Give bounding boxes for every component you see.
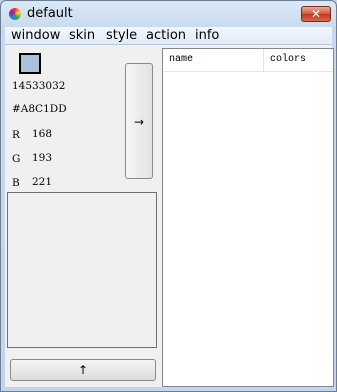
menu-bar: window skin style action info xyxy=(5,27,332,45)
b-label: B xyxy=(12,177,20,189)
close-button[interactable]: ✕ xyxy=(301,6,331,22)
colors-list[interactable]: name colors xyxy=(162,48,334,387)
arrow-up-icon: ↑ xyxy=(77,363,89,377)
color-wheel-icon xyxy=(9,8,21,20)
r-label: R xyxy=(12,129,20,141)
column-header-name[interactable]: name xyxy=(163,49,263,71)
menu-window[interactable]: window xyxy=(11,27,60,44)
color-preview-panel xyxy=(7,192,157,348)
client-area: 14533032 #A8C1DD R 168 G 193 B 221 → ↑ n… xyxy=(5,45,334,387)
title-bar: default ✕ xyxy=(1,1,336,27)
add-color-button[interactable]: → xyxy=(125,63,153,179)
g-value: 193 xyxy=(32,152,53,164)
app-window: default ✕ window skin style action info … xyxy=(0,0,337,392)
g-label: G xyxy=(12,153,21,165)
list-header: name colors xyxy=(163,49,333,72)
color-swatch[interactable] xyxy=(19,53,41,74)
color-hex: #A8C1DD xyxy=(12,103,67,115)
column-header-colors[interactable]: colors xyxy=(264,49,333,71)
menu-style[interactable]: style xyxy=(106,27,137,44)
b-value: 221 xyxy=(32,176,53,188)
arrow-right-icon: → xyxy=(133,115,145,129)
menu-skin[interactable]: skin xyxy=(69,27,95,44)
menu-info[interactable]: info xyxy=(195,27,219,44)
window-title: default xyxy=(27,6,73,21)
menu-action[interactable]: action xyxy=(146,27,186,44)
r-value: 168 xyxy=(32,128,53,140)
move-up-button[interactable]: ↑ xyxy=(10,359,156,381)
color-decimal: 14533032 xyxy=(12,80,66,92)
